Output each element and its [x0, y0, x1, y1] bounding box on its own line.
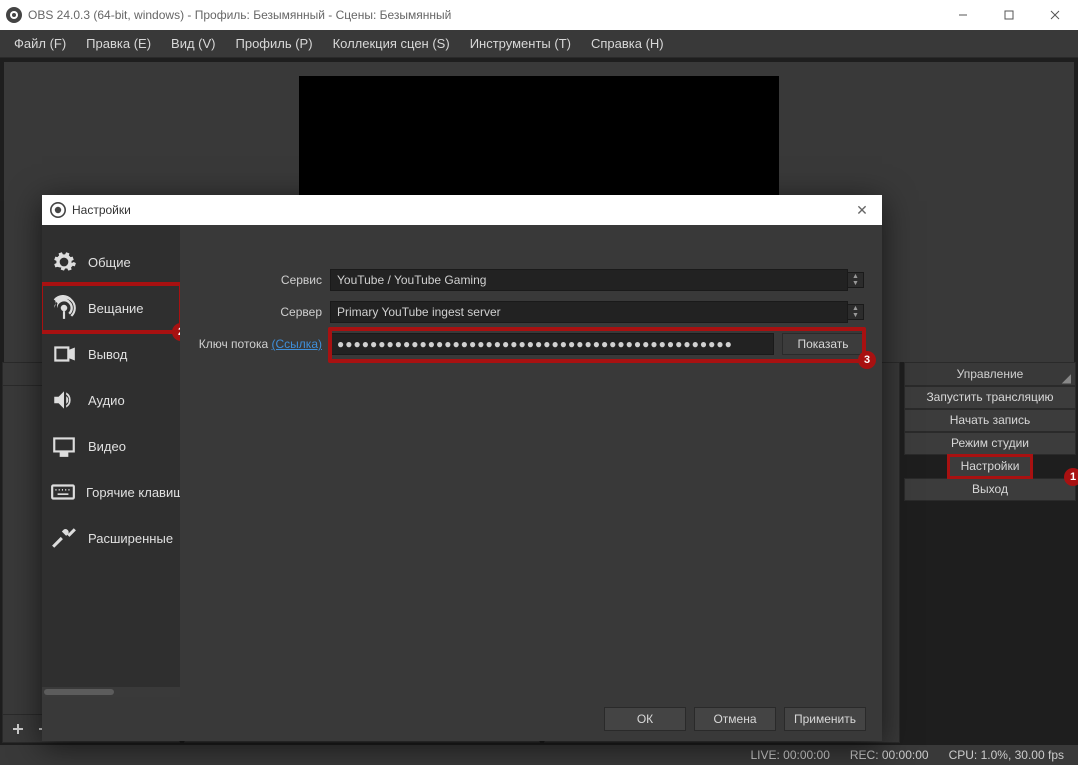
ok-button[interactable]: ОК: [604, 707, 686, 731]
settings-dialog: Настройки ✕ Общие Вещание 2 Вывод Аудио: [42, 195, 882, 741]
stream-key-label: Ключ потока (Ссылка): [198, 337, 330, 351]
dialog-app-icon: [50, 202, 66, 218]
menu-help[interactable]: Справка (H): [581, 32, 674, 55]
category-video[interactable]: Видео: [42, 423, 180, 469]
audio-icon: [50, 386, 78, 414]
apply-button[interactable]: Применить: [784, 707, 866, 731]
stream-key-link[interactable]: (Ссылка): [272, 337, 322, 351]
service-label: Сервис: [198, 273, 330, 287]
category-label: Вещание: [88, 301, 144, 316]
menu-scene-collection[interactable]: Коллекция сцен (S): [323, 32, 460, 55]
tools-icon: [50, 524, 78, 552]
dialog-close-button[interactable]: ✕: [842, 202, 882, 219]
output-icon: [50, 340, 78, 368]
stream-key-label-text: Ключ потока: [199, 337, 268, 351]
exit-button[interactable]: Выход: [904, 478, 1076, 501]
window-titlebar: OBS 24.0.3 (64-bit, windows) - Профиль: …: [0, 0, 1078, 30]
dialog-titlebar: Настройки ✕: [42, 195, 882, 225]
dialog-title: Настройки: [72, 203, 842, 217]
settings-button[interactable]: Настройки: [948, 455, 1033, 478]
maximize-button[interactable]: [986, 0, 1032, 30]
service-spinner[interactable]: ▲▼: [848, 272, 864, 288]
status-rec: REC: 00:00:00: [850, 748, 929, 762]
close-button[interactable]: [1032, 0, 1078, 30]
service-select[interactable]: YouTube / YouTube Gaming: [330, 269, 848, 291]
sidebar-scrollbar[interactable]: [42, 687, 180, 697]
category-hotkeys[interactable]: Горячие клавиш: [42, 469, 180, 515]
status-bar: LIVE: 00:00:00 REC: 00:00:00 CPU: 1.0%, …: [0, 745, 1078, 765]
menu-profile[interactable]: Профиль (P): [226, 32, 323, 55]
server-label: Сервер: [198, 305, 330, 319]
video-icon: [50, 432, 78, 460]
stream-key-input[interactable]: ●●●●●●●●●●●●●●●●●●●●●●●●●●●●●●●●●●●●●●●●…: [330, 333, 774, 355]
controls-header-label: Управление: [957, 367, 1024, 381]
menu-bar: Файл (F) Правка (E) Вид (V) Профиль (P) …: [0, 30, 1078, 58]
start-record-button[interactable]: Начать запись: [904, 409, 1076, 432]
studio-mode-button[interactable]: Режим студии: [904, 432, 1076, 455]
controls-header: Управление ◢: [904, 362, 1076, 386]
annotation-badge-3: 3: [858, 351, 876, 369]
settings-sidebar: Общие Вещание 2 Вывод Аудио Видео Гор: [42, 225, 180, 697]
menu-tools[interactable]: Инструменты (T): [460, 32, 581, 55]
status-live: LIVE: 00:00:00: [750, 748, 829, 762]
window-title: OBS 24.0.3 (64-bit, windows) - Профиль: …: [28, 8, 940, 22]
keyboard-icon: [50, 478, 76, 506]
category-label: Общие: [88, 255, 131, 270]
cancel-button[interactable]: Отмена: [694, 707, 776, 731]
category-label: Вывод: [88, 347, 127, 362]
controls-panel: Управление ◢ Запустить трансляцию Начать…: [904, 362, 1076, 743]
menu-file[interactable]: Файл (F): [4, 32, 76, 55]
start-stream-button[interactable]: Запустить трансляцию: [904, 386, 1076, 409]
broadcast-icon: [50, 294, 78, 322]
category-label: Видео: [88, 439, 126, 454]
show-key-button[interactable]: Показать: [782, 333, 864, 355]
category-label: Горячие клавиш: [86, 485, 180, 500]
minimize-button[interactable]: [940, 0, 986, 30]
category-general[interactable]: Общие: [42, 239, 180, 285]
server-select[interactable]: Primary YouTube ingest server: [330, 301, 848, 323]
category-stream[interactable]: Вещание 2: [42, 285, 180, 331]
category-label: Расширенные: [88, 531, 173, 546]
category-output[interactable]: Вывод: [42, 331, 180, 377]
settings-content: Сервис YouTube / YouTube Gaming ▲▼ Серве…: [180, 225, 882, 697]
menu-edit[interactable]: Правка (E): [76, 32, 161, 55]
app-icon: [6, 7, 22, 23]
server-spinner[interactable]: ▲▼: [848, 304, 864, 320]
menu-view[interactable]: Вид (V): [161, 32, 225, 55]
category-audio[interactable]: Аудио: [42, 377, 180, 423]
gear-icon: [50, 248, 78, 276]
status-cpu: CPU: 1.0%, 30.00 fps: [949, 748, 1064, 762]
category-advanced[interactable]: Расширенные: [42, 515, 180, 561]
annotation-badge-1: 1: [1064, 468, 1078, 486]
collapse-icon[interactable]: ◢: [1062, 367, 1071, 389]
add-scene-button[interactable]: [7, 719, 29, 739]
dialog-footer: ОК Отмена Применить: [42, 697, 882, 741]
category-label: Аудио: [88, 393, 125, 408]
